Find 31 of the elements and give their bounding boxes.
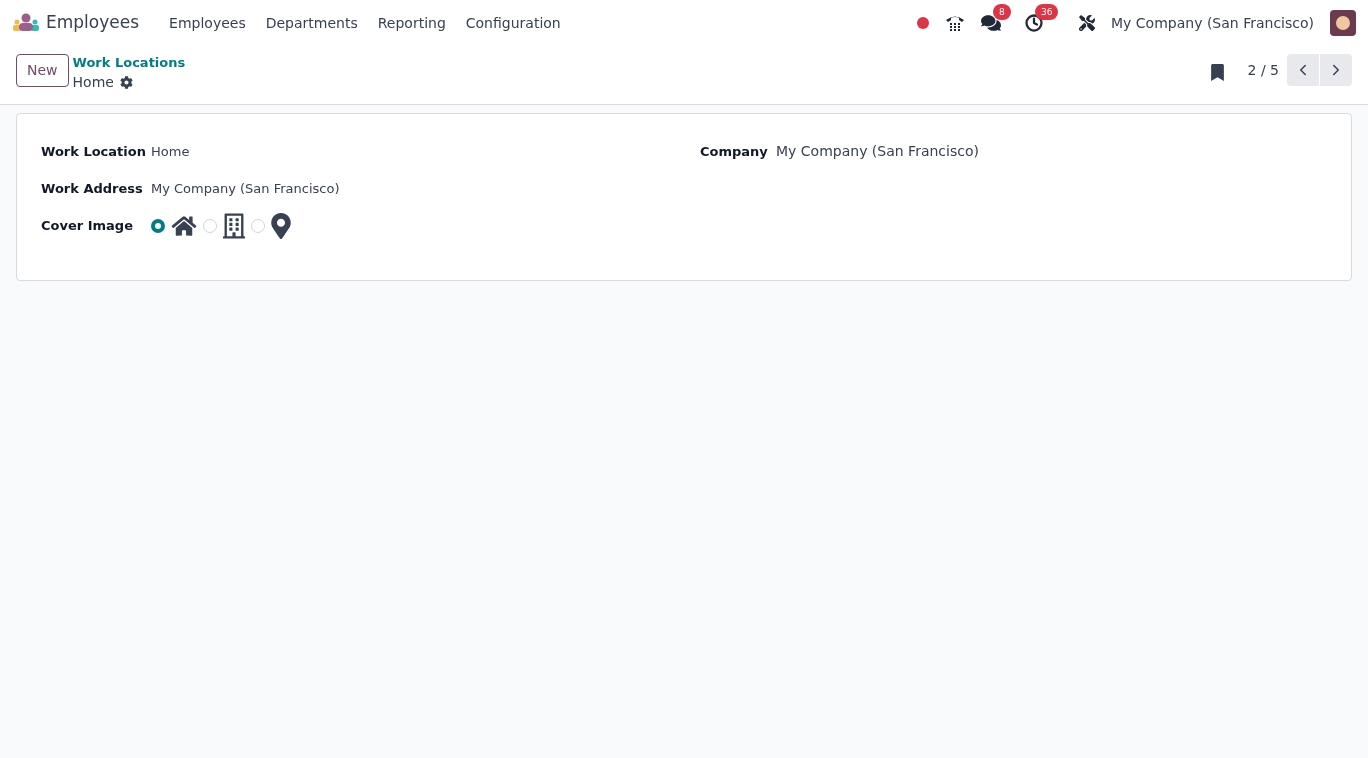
- field-value: Home: [151, 142, 190, 161]
- field-label: Cover Image: [41, 216, 134, 235]
- field-label: Work Location: [41, 142, 147, 161]
- menu-item[interactable]: Reporting: [367, 12, 456, 34]
- map-pin-icon: [271, 212, 291, 239]
- activity-count-badge: 36: [1035, 4, 1059, 20]
- clock-icon[interactable]: [1025, 14, 1044, 32]
- tools-icon[interactable]: [1079, 15, 1096, 31]
- field-value: My Company (San Francisco): [151, 179, 340, 198]
- bookmark-icon[interactable]: [1210, 64, 1224, 81]
- field-label: Company: [700, 142, 769, 161]
- menu-item[interactable]: Employees: [159, 12, 256, 34]
- radio-button[interactable]: [151, 218, 165, 233]
- field-label: Work Address: [41, 179, 144, 198]
- app-name[interactable]: Employees: [46, 10, 140, 36]
- chat-icon[interactable]: [981, 14, 1002, 32]
- message-count-badge: 8: [993, 4, 1011, 20]
- field-value: My Company (San Francisco): [776, 142, 979, 161]
- user-avatar[interactable]: [1330, 10, 1356, 36]
- settings-icon[interactable]: [119, 76, 133, 89]
- building-icon: [223, 211, 245, 240]
- phone-icon[interactable]: [945, 14, 966, 32]
- pager-value: 2 / 5: [1247, 61, 1279, 80]
- breadcrumb-link[interactable]: Work Locations: [72, 54, 186, 72]
- menu-item[interactable]: Configuration: [455, 12, 571, 34]
- new-button[interactable]: New: [16, 54, 69, 87]
- app-logo-icon: [12, 13, 40, 33]
- record-title: Home: [72, 73, 114, 92]
- house-icon: [171, 214, 197, 237]
- company-switcher[interactable]: My Company (San Francisco): [1111, 12, 1314, 34]
- menu-item[interactable]: Departments: [255, 12, 368, 34]
